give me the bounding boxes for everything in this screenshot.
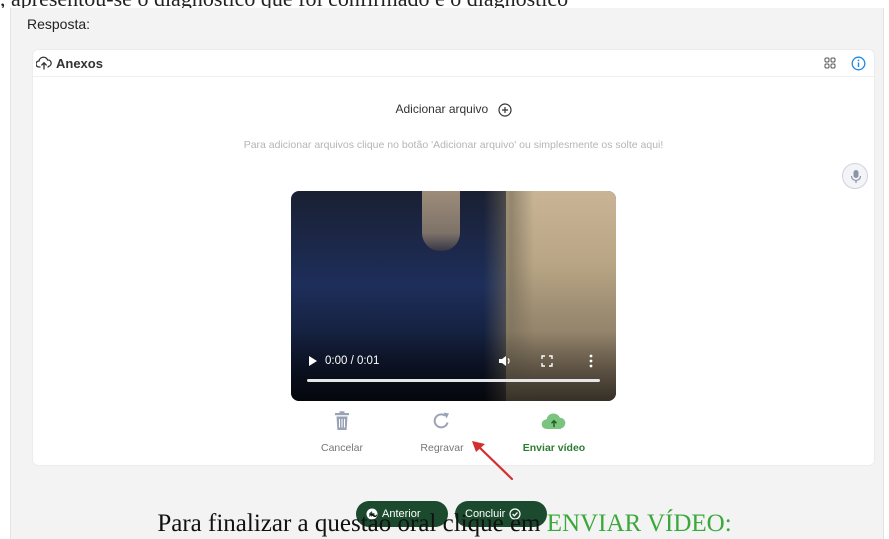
caption-highlight: ENVIAR VÍDEO:	[546, 510, 732, 537]
cloud-upload-icon	[36, 56, 52, 70]
video-player[interactable]: 0:00 / 0:01	[291, 191, 616, 401]
instruction-caption: Para finalizar a questão oral clique em …	[0, 510, 889, 538]
resposta-label: Resposta:	[27, 16, 91, 32]
video-controls: 0:00 / 0:01	[291, 345, 616, 401]
video-progress-bar[interactable]	[307, 379, 600, 382]
add-file-button[interactable]: Adicionar arquivo	[33, 102, 874, 117]
send-video-label: Enviar vídeo	[522, 442, 586, 454]
volume-icon[interactable]	[498, 355, 512, 367]
grid-icon[interactable]	[824, 57, 836, 69]
video-frame-object	[422, 191, 460, 251]
redo-icon	[433, 412, 449, 429]
video-time: 0:00 / 0:01	[325, 355, 380, 367]
microphone-icon	[850, 170, 862, 183]
cancel-button[interactable]: Cancelar	[297, 410, 387, 454]
info-icon[interactable]	[851, 56, 866, 71]
attachments-card: Anexos Adicionar arquivo Para adicionar …	[32, 49, 875, 466]
attachments-title: Anexos	[56, 56, 103, 71]
more-vertical-icon[interactable]	[589, 354, 593, 368]
attachments-header: Anexos	[33, 50, 874, 77]
plus-circle-icon	[497, 103, 512, 117]
caption-text: Para finalizar a questão oral clique em	[157, 510, 547, 537]
drop-hint: Para adicionar arquivos clique no botão …	[243, 139, 664, 151]
annotation-arrow	[472, 441, 514, 481]
send-video-button[interactable]: Enviar vídeo	[509, 410, 599, 454]
record-audio-button[interactable]	[842, 163, 868, 189]
play-icon[interactable]	[308, 355, 318, 367]
cloud-upload-green-icon	[541, 413, 566, 429]
add-file-label: Adicionar arquivo	[395, 102, 489, 116]
cropped-heading-text: , apresentou-se o diagnóstico que foi co…	[0, 0, 889, 8]
trash-icon	[335, 411, 349, 430]
fullscreen-icon[interactable]	[541, 355, 553, 367]
cancel-label: Cancelar	[320, 442, 364, 454]
